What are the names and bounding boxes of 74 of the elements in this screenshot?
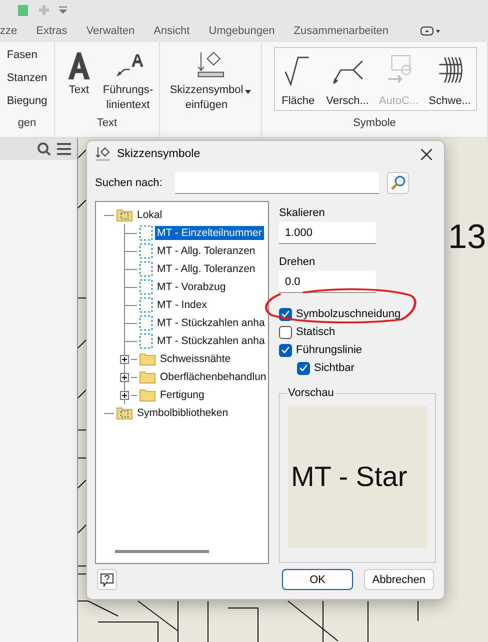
expand-icon[interactable] bbox=[120, 372, 129, 382]
tree-item[interactable]: MT - Vorabzug bbox=[155, 280, 228, 294]
panel-toggle-icon[interactable] bbox=[420, 26, 442, 36]
tree-item[interactable]: Fertigung bbox=[158, 388, 206, 402]
gallery-item[interactable]: Versch... bbox=[321, 52, 374, 110]
panel-label: gen bbox=[16, 117, 38, 131]
tree-item[interactable]: MT - Allg. Toleranzen bbox=[155, 244, 258, 258]
search-button[interactable] bbox=[387, 172, 409, 194]
cancel-button[interactable]: Abbrechen bbox=[364, 569, 434, 590]
help-button[interactable] bbox=[97, 569, 118, 590]
dialog-title: Skizzensymbole bbox=[117, 148, 202, 160]
symbol-icon bbox=[139, 315, 153, 332]
folder-icon bbox=[139, 370, 156, 384]
tree-item[interactable]: Lokal bbox=[135, 208, 164, 222]
group-label: Vorschau bbox=[287, 387, 335, 400]
scroll-thumb[interactable] bbox=[115, 550, 209, 554]
tree-item[interactable]: MT - Stückzahlen anha bbox=[155, 334, 267, 348]
close-icon[interactable] bbox=[421, 148, 432, 160]
search-field[interactable] bbox=[175, 172, 379, 194]
checkbox[interactable] bbox=[297, 362, 310, 375]
checkbox-label: Statisch bbox=[296, 326, 336, 338]
tree-item[interactable]: MT - Index bbox=[155, 298, 209, 312]
ribbon-button[interactable]: Skizzensymbol einfügen bbox=[166, 47, 254, 113]
ribbon-button[interactable]: Führungs- linientext bbox=[100, 47, 156, 113]
symbol-icon bbox=[139, 333, 153, 350]
ribbon-tab[interactable]: Verwalten bbox=[86, 25, 135, 37]
field-label: Suchen nach: bbox=[95, 177, 164, 190]
checkbox[interactable] bbox=[279, 326, 292, 339]
ribbon-tab[interactable]: Umgebungen bbox=[208, 25, 275, 37]
caret-icon[interactable] bbox=[245, 90, 252, 94]
preview-text: MT - Star bbox=[291, 461, 408, 494]
menu-caret-icon[interactable] bbox=[58, 5, 68, 15]
symbol-icon bbox=[139, 279, 153, 296]
ribbon-tab[interactable]: Zusammenarbeiten bbox=[294, 25, 389, 37]
ribbon-command[interactable]: Biegung bbox=[2, 93, 52, 116]
symbol-icon bbox=[139, 297, 153, 314]
ribbon-tab[interactable]: zze bbox=[0, 25, 18, 37]
menu-icon[interactable] bbox=[57, 143, 71, 155]
drawing-text: 13 bbox=[448, 218, 486, 257]
tree-item[interactable]: MT - Stückzahlen anha bbox=[155, 316, 267, 330]
ribbon-command[interactable]: Stanzen bbox=[2, 70, 52, 93]
ribbon-tab[interactable]: Extras bbox=[36, 25, 68, 37]
tree-item[interactable]: MT - Allg. Toleranzen bbox=[155, 262, 258, 276]
search-icon[interactable] bbox=[37, 142, 51, 156]
checkbox[interactable] bbox=[279, 344, 292, 357]
tree-item[interactable]: Symbolbibliotheken bbox=[135, 406, 230, 420]
symbol-icon bbox=[139, 261, 153, 278]
expand-icon[interactable] bbox=[120, 390, 129, 400]
checkbox-label: Führungslinie bbox=[296, 344, 362, 356]
folder-icon bbox=[139, 352, 156, 366]
field-label: Skalieren bbox=[279, 207, 326, 220]
ribbon-tab[interactable]: Ansicht bbox=[154, 25, 190, 37]
folder-icon bbox=[139, 388, 156, 402]
checkbox-label: Symbolzuschneidung bbox=[296, 308, 401, 320]
symbol-icon bbox=[139, 225, 153, 242]
gallery-item[interactable]: Fläche bbox=[275, 52, 322, 110]
sketch-symbol-icon bbox=[95, 146, 111, 162]
gallery-item[interactable]: Schwe... bbox=[424, 52, 476, 110]
panel-label: Text bbox=[96, 117, 118, 131]
library-folder-icon bbox=[116, 406, 133, 420]
checkbox-label: Sichtbar bbox=[314, 362, 354, 374]
ribbon-button[interactable]: Text bbox=[58, 47, 100, 98]
expand-icon[interactable] bbox=[120, 354, 129, 364]
scale-field[interactable]: 1.000 bbox=[279, 222, 376, 244]
tree-item[interactable]: MT - Einzelteilnummer bbox=[155, 226, 264, 240]
tree-item[interactable]: Oberflächenbehandlun bbox=[158, 370, 268, 384]
panel-label: Symbole bbox=[352, 117, 397, 131]
rotate-field[interactable]: 0.0 bbox=[279, 271, 376, 294]
symbol-icon bbox=[139, 243, 153, 260]
ribbon-command[interactable]: Fasen bbox=[2, 47, 52, 70]
ok-button[interactable]: OK bbox=[282, 569, 353, 590]
library-folder-icon bbox=[116, 208, 133, 222]
field-label: Drehen bbox=[279, 256, 316, 268]
tree-item[interactable]: Schweissnähte bbox=[158, 352, 233, 366]
